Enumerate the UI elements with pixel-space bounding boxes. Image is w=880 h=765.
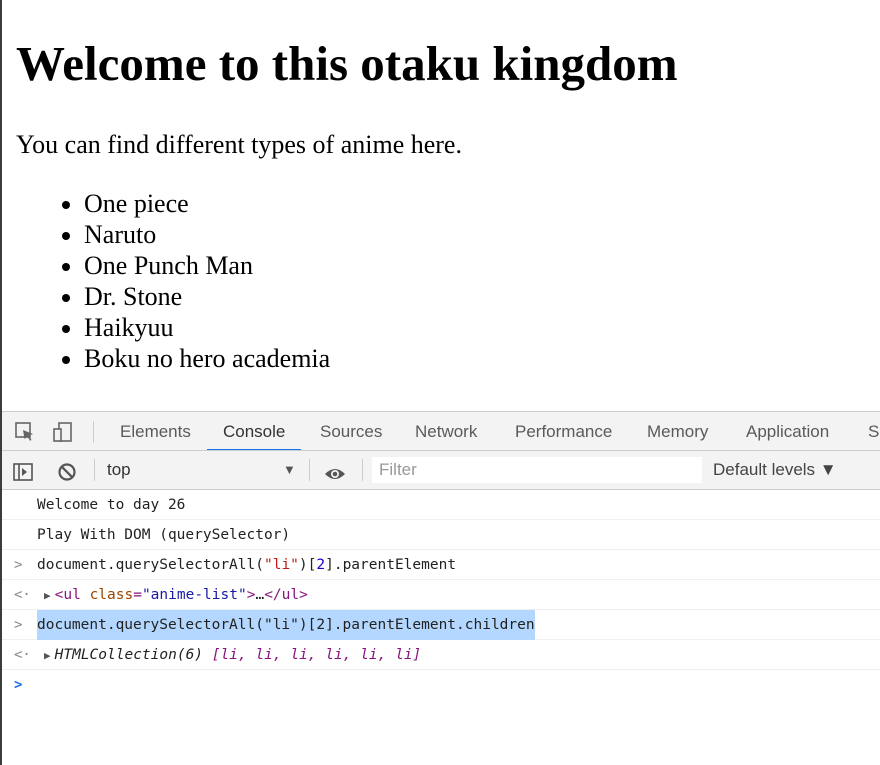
list-item: Haikyuu: [84, 312, 330, 343]
input-prompt-icon: >: [14, 557, 23, 573]
tab-console[interactable]: Console: [207, 412, 302, 450]
chevron-down-icon[interactable]: ▼: [283, 451, 296, 489]
list-item: One Punch Man: [84, 250, 330, 281]
device-toolbar-icon[interactable]: [52, 421, 74, 443]
page-title: Welcome to this otaku kingdom: [16, 36, 678, 91]
console-result-line[interactable]: <· ▶ HTMLCollection(6) [li, li, li, li, l…: [2, 640, 880, 670]
console-output: Welcome to day 26 Play With DOM (querySe…: [2, 490, 880, 700]
devtools-panel: Elements Console Sources Network Perform…: [2, 411, 880, 765]
selected-command-text: document.querySelectorAll("li")[2].paren…: [37, 610, 535, 640]
inspect-element-icon[interactable]: [14, 421, 36, 443]
expand-triangle-icon[interactable]: ▶: [44, 641, 51, 671]
console-toolbar: top ▼ Filter Default levels ▼: [2, 451, 880, 490]
console-log-line: Welcome to day 26: [2, 490, 880, 520]
console-command-line: > document.querySelectorAll("li")[2].par…: [2, 550, 880, 580]
input-prompt-icon: >: [14, 677, 23, 693]
toolbar-divider: [362, 459, 363, 481]
list-item: One piece: [84, 188, 330, 219]
clear-console-icon[interactable]: [56, 459, 78, 481]
tab-sources[interactable]: Sources: [320, 412, 382, 450]
console-input[interactable]: >: [2, 670, 880, 700]
toolbar-divider: [94, 459, 95, 481]
tab-memory[interactable]: Memory: [647, 412, 708, 450]
list-item: Naruto: [84, 219, 330, 250]
tab-performance[interactable]: Performance: [515, 412, 612, 450]
result-arrow-icon: <·: [14, 587, 31, 603]
tab-elements[interactable]: Elements: [120, 412, 191, 450]
console-result-line[interactable]: <· ▶ <ul class="anime-list">…</ul>: [2, 580, 880, 610]
list-item: Dr. Stone: [84, 281, 330, 312]
context-selector[interactable]: top: [107, 451, 131, 489]
input-prompt-icon: >: [14, 617, 23, 633]
tab-security[interactable]: Se: [868, 412, 880, 450]
devtools-tabbar: Elements Console Sources Network Perform…: [2, 411, 880, 451]
tab-application[interactable]: Application: [746, 412, 829, 450]
toolbar-divider: [93, 421, 94, 443]
console-command-line: > document.querySelectorAll("li")[2].par…: [2, 610, 880, 640]
console-log-line: Play With DOM (querySelector): [2, 520, 880, 550]
default-levels-dropdown[interactable]: Default levels ▼: [713, 451, 837, 489]
tab-network[interactable]: Network: [415, 412, 477, 450]
sidebar-toggle-icon[interactable]: [12, 459, 34, 481]
page-content: Welcome to this otaku kingdom You can fi…: [0, 0, 880, 411]
list-item: Boku no hero academia: [84, 343, 330, 374]
page-intro: You can find different types of anime he…: [16, 130, 462, 159]
expand-triangle-icon[interactable]: ▶: [44, 581, 51, 611]
toolbar-divider: [309, 459, 310, 481]
eye-icon[interactable]: [323, 460, 347, 480]
filter-input[interactable]: Filter: [372, 457, 702, 483]
anime-list: One piece Naruto One Punch Man Dr. Stone…: [62, 188, 330, 374]
result-arrow-icon: <·: [14, 647, 31, 663]
